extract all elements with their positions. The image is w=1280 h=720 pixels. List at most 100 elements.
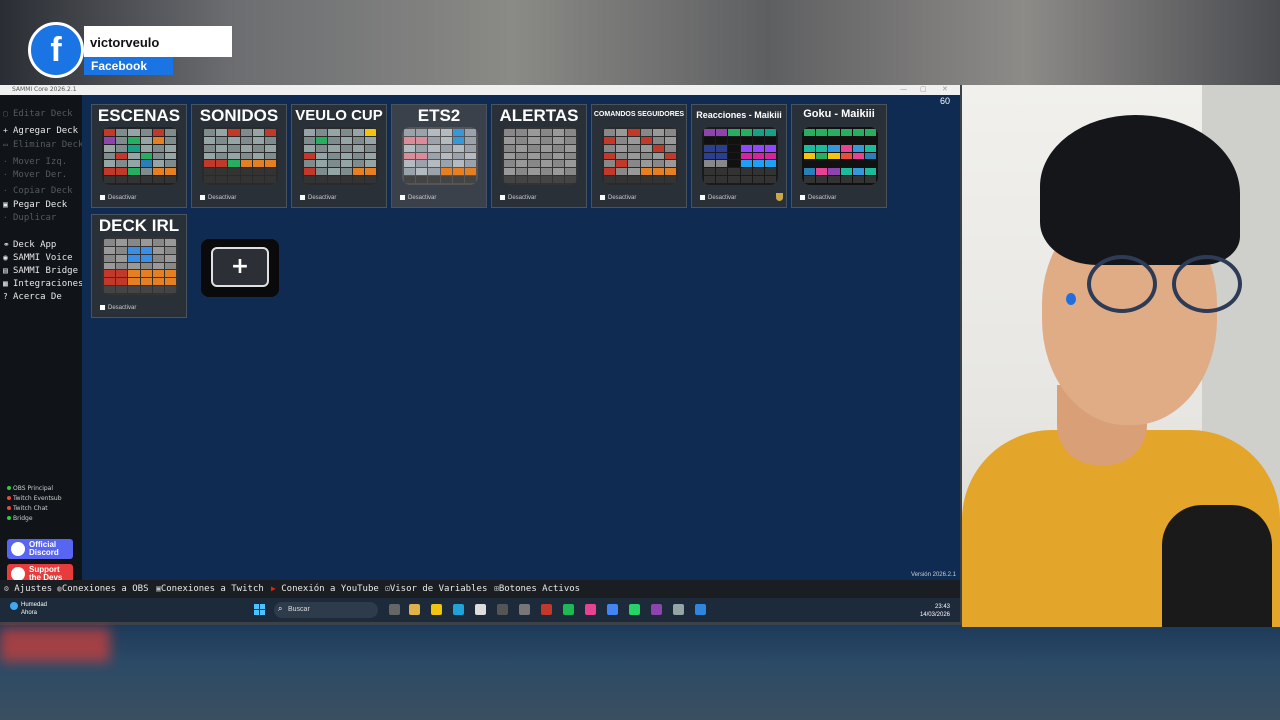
sidebar-item-sammi-bridge[interactable]: ▤ SAMMI Bridge bbox=[3, 266, 78, 276]
sidebar-item-mover-izq[interactable]: · Mover Izq. bbox=[3, 157, 67, 167]
deck-card-sonidos[interactable]: SONIDOS Desactivar bbox=[191, 104, 287, 208]
file-explorer-icon[interactable] bbox=[431, 604, 442, 615]
status-dot-red-icon bbox=[7, 496, 11, 500]
sidebar-item-sammi-voice[interactable]: ◉ SAMMI Voice bbox=[3, 253, 73, 263]
deck-card-alertas[interactable]: ALERTAS Desactivar bbox=[491, 104, 587, 208]
bottom-toolbar: ⚙ Ajustes ◍Conexiones a OBS ▣Conexiones … bbox=[0, 580, 960, 598]
deck-card-escenas[interactable]: ESCENAS Desactivar bbox=[91, 104, 187, 208]
taskbar-clock[interactable]: 23:43 14/03/2026 bbox=[920, 603, 950, 619]
deck-title: SONIDOS bbox=[199, 106, 279, 125]
windows-taskbar: Humedad Ahora ⌕ Buscar 23:43 14/03/2026 bbox=[0, 598, 960, 622]
counter: 60 bbox=[939, 96, 950, 106]
deck-thumbnail bbox=[702, 127, 778, 185]
close-icon[interactable]: ✕ bbox=[942, 85, 948, 93]
windows-start-icon[interactable] bbox=[254, 604, 266, 616]
sidebar-item-mover-der[interactable]: · Mover Der. bbox=[3, 170, 67, 180]
deck-card-veulo-cup[interactable]: VEULO CUP Desactivar bbox=[291, 104, 387, 208]
deck-thumbnail bbox=[102, 237, 178, 295]
deck-title: ESCENAS bbox=[97, 106, 181, 125]
deactivate-checkbox[interactable]: Desactivar bbox=[400, 195, 436, 201]
weather-icon bbox=[10, 602, 18, 610]
discord-button[interactable]: Official Discord bbox=[7, 539, 73, 559]
deck-card-reacciones-maikiii[interactable]: Reacciones - Maikiii Desactivar bbox=[691, 104, 787, 208]
active-buttons-button[interactable]: ⊞Botones Activos bbox=[494, 584, 580, 594]
plus-icon: + bbox=[211, 247, 269, 287]
chrome-icon[interactable] bbox=[607, 604, 618, 615]
deck-title: ALERTAS bbox=[499, 106, 579, 125]
store-icon[interactable] bbox=[475, 604, 486, 615]
variables-viewer-button[interactable]: ⊡Visor de Variables bbox=[385, 584, 487, 594]
sidebar-item-copiar-deck[interactable]: · Copiar Deck bbox=[3, 186, 73, 196]
checkbox-icon bbox=[600, 195, 605, 200]
deck-card-comandos-seguidores[interactable]: COMANDOS SEGUIDORES Desactivar bbox=[591, 104, 687, 208]
checkbox-icon bbox=[700, 195, 705, 200]
deck-title: COMANDOS SEGUIDORES bbox=[593, 111, 685, 118]
taskbar-search[interactable]: ⌕ Buscar bbox=[274, 602, 378, 618]
deactivate-checkbox[interactable]: Desactivar bbox=[500, 195, 536, 201]
deck-thumbnail bbox=[102, 127, 178, 185]
sidebar-item-eliminar-deck[interactable]: ▭ Eliminar Deck bbox=[3, 140, 83, 150]
obs-app-icon[interactable] bbox=[497, 604, 508, 615]
sidebar-item-agregar-deck[interactable]: + Agregar Deck bbox=[3, 126, 78, 136]
deactivate-checkbox[interactable]: Desactivar bbox=[200, 195, 236, 201]
deck-title: Reacciones - Maikiii bbox=[696, 110, 782, 120]
facebook-icon: f bbox=[28, 22, 84, 78]
sidebar-item-duplicar[interactable]: · Duplicar bbox=[3, 213, 56, 223]
webcam-feed bbox=[962, 85, 1280, 627]
deck-grid: 60 ESCENAS Desactivar SONIDOS Desactivar… bbox=[82, 95, 960, 580]
obs-connections-button[interactable]: ◍Conexiones a OBS bbox=[57, 584, 149, 594]
settings-button[interactable]: ⚙ Ajustes bbox=[4, 584, 52, 594]
deactivate-checkbox[interactable]: Desactivar bbox=[100, 195, 136, 201]
app-icon[interactable] bbox=[541, 604, 552, 615]
deck-card-goku-maikiii[interactable]: Goku - Maikiii Desactivar bbox=[791, 104, 887, 208]
sidebar: ▢ Editar Deck + Agregar Deck ▭ Eliminar Dec… bbox=[0, 95, 83, 584]
weather-widget[interactable]: Humedad Ahora bbox=[10, 602, 47, 617]
deactivate-checkbox[interactable]: Desactivar bbox=[700, 195, 736, 201]
maximize-icon[interactable]: ▢ bbox=[920, 85, 927, 93]
sidebar-item-acerca-de[interactable]: ? Acerca De bbox=[3, 292, 62, 302]
task-view-icon[interactable] bbox=[389, 604, 400, 615]
youtube-connection-button[interactable]: ▶ Conexión a YouTube bbox=[271, 584, 379, 594]
deactivate-checkbox[interactable]: Desactivar bbox=[600, 195, 636, 201]
glasses-left-lens bbox=[1087, 255, 1157, 313]
patreon-icon bbox=[11, 567, 25, 581]
sidebar-item-editar-deck[interactable]: ▢ Editar Deck bbox=[3, 109, 73, 119]
app-icon[interactable] bbox=[519, 604, 530, 615]
deactivate-checkbox[interactable]: Desactivar bbox=[300, 195, 336, 201]
app-icon[interactable] bbox=[651, 604, 662, 615]
app-icon[interactable] bbox=[695, 604, 706, 615]
status-twitch-chat: Twitch Chat bbox=[7, 505, 48, 512]
deck-thumbnail bbox=[802, 127, 878, 185]
version-label: Versión 2026.2.1 bbox=[910, 572, 956, 578]
deactivate-checkbox[interactable]: Desactivar bbox=[800, 195, 836, 201]
sidebar-item-deck-app[interactable]: ⚭ Deck App bbox=[3, 240, 56, 250]
status-dot-green-icon bbox=[7, 486, 11, 490]
checkbox-icon bbox=[400, 195, 405, 200]
youtube-icon: ▶ bbox=[271, 584, 276, 593]
deck-card-ets2[interactable]: ETS2 Desactivar bbox=[391, 104, 487, 208]
deck-title: VEULO CUP bbox=[295, 107, 383, 124]
checkbox-icon bbox=[200, 195, 205, 200]
help-icon: ? bbox=[3, 292, 8, 301]
app-icon[interactable] bbox=[673, 604, 684, 615]
window-titlebar: SAMMI Core 2026.2.1 — ▢ ✕ bbox=[0, 85, 960, 95]
sidebar-item-integraciones[interactable]: ▦ Integraciones bbox=[3, 279, 83, 289]
minimize-icon[interactable]: — bbox=[900, 85, 907, 93]
checkbox-icon bbox=[300, 195, 305, 200]
twitch-connections-button[interactable]: ▣Conexiones a Twitch bbox=[156, 584, 264, 594]
tiktok-icon[interactable] bbox=[585, 604, 596, 615]
deck-title: DECK IRL bbox=[98, 216, 180, 235]
deactivate-checkbox[interactable]: Desactivar bbox=[100, 305, 136, 311]
spotify-icon[interactable] bbox=[563, 604, 574, 615]
sidebar-item-pegar-deck[interactable]: ▣ Pegar Deck bbox=[3, 200, 67, 210]
whatsapp-icon[interactable] bbox=[629, 604, 640, 615]
edge-icon[interactable] bbox=[453, 604, 464, 615]
voice-icon: ◉ bbox=[3, 253, 8, 262]
checkbox-icon bbox=[100, 195, 105, 200]
deck-title: Goku - Maikiii bbox=[803, 108, 875, 120]
deck-card-deck-irl[interactable]: DECK IRL Desactivar bbox=[91, 214, 187, 318]
copilot-icon[interactable] bbox=[409, 604, 420, 615]
add-deck-button[interactable]: + bbox=[201, 239, 279, 297]
integrations-icon: ▦ bbox=[3, 279, 8, 288]
delete-icon: ▭ bbox=[3, 140, 8, 149]
